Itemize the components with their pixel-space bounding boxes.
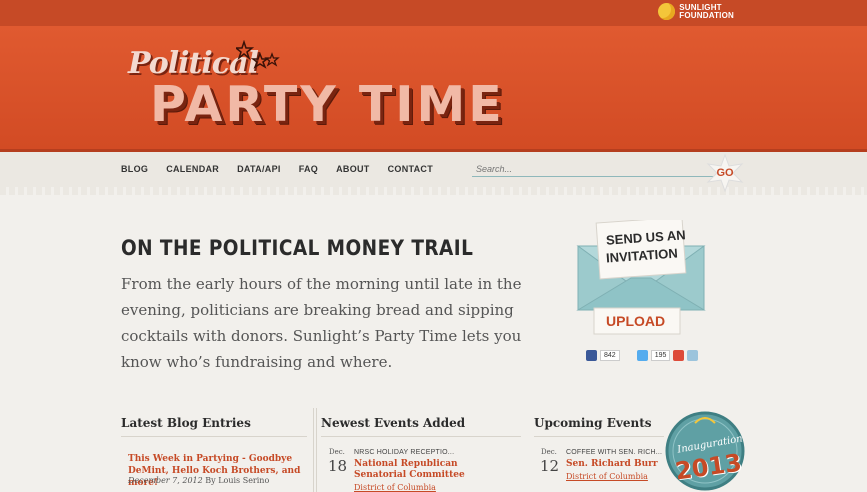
newest-event-location[interactable]: District of Columbia <box>354 483 436 492</box>
nav-contact[interactable]: CONTACT <box>388 164 433 174</box>
newest-event-month: Dec. <box>329 448 345 456</box>
upcoming-event-tag: COFFEE WITH SEN. RICH... <box>566 449 663 456</box>
nav-about[interactable]: ABOUT <box>336 164 370 174</box>
hero-title: ON THE POLITICAL MONEY TRAIL <box>121 236 474 260</box>
inauguration-badge[interactable]: Inauguration 2013 <box>665 403 745 492</box>
google-plus-icon[interactable] <box>673 350 685 361</box>
upload-button[interactable]: UPLOAD <box>606 313 665 329</box>
newest-events-heading: Newest Events Added <box>321 416 466 430</box>
share-bar: 842 195 <box>586 350 699 361</box>
sunlight-line2: FOUNDATION <box>679 10 734 20</box>
upcoming-event-location[interactable]: District of Columbia <box>566 472 648 481</box>
blog-heading: Latest Blog Entries <box>121 416 251 430</box>
go-button[interactable]: GO <box>706 154 744 192</box>
upcoming-event-month: Dec. <box>541 448 557 456</box>
main-nav: BLOG CALENDAR DATA/API FAQ ABOUT CONTACT <box>121 164 433 174</box>
email-icon[interactable] <box>687 350 699 361</box>
sunlight-foundation-logo[interactable]: SUNLIGHT FOUNDATION <box>658 3 734 20</box>
go-label: GO <box>716 167 734 179</box>
blog-entry-date: December 7, 2012 <box>128 476 203 485</box>
newest-event-tag: NRSC HOLIDAY RECEPTIO... <box>354 449 455 456</box>
search-input[interactable] <box>472 161 717 177</box>
twitter-icon[interactable] <box>636 350 648 361</box>
upcoming-event-day: 12 <box>540 457 560 475</box>
nav-data-api[interactable]: DATA/API <box>237 164 281 174</box>
blog-entry-author: Louis Serino <box>218 476 270 485</box>
twitter-count: 195 <box>650 350 671 361</box>
hero-body: From the early hours of the morning unti… <box>121 275 522 371</box>
blog-entry-meta: December 7, 2012 By Louis Serino <box>128 476 269 485</box>
upcoming-events-heading: Upcoming Events <box>534 416 652 430</box>
invitation-upload[interactable]: SEND US AN INVITATION UPLOAD <box>576 216 706 340</box>
logo-main[interactable]: PARTY TIME <box>150 76 505 133</box>
top-bar <box>0 0 867 26</box>
nav-faq[interactable]: FAQ <box>299 164 318 174</box>
upcoming-event-name[interactable]: Sen. Richard Burr <box>566 459 658 470</box>
stars-icon <box>236 40 280 69</box>
facebook-icon[interactable] <box>586 350 597 361</box>
newest-event-name[interactable]: National Republican Senatorial Committee <box>354 459 494 481</box>
newest-event-day: 18 <box>328 457 348 475</box>
facebook-count: 842 <box>600 350 620 361</box>
nav-blog[interactable]: BLOG <box>121 164 148 174</box>
nav-calendar[interactable]: CALENDAR <box>166 164 219 174</box>
sun-icon <box>658 3 676 20</box>
blog-entry-author-prefix: By <box>205 476 216 485</box>
